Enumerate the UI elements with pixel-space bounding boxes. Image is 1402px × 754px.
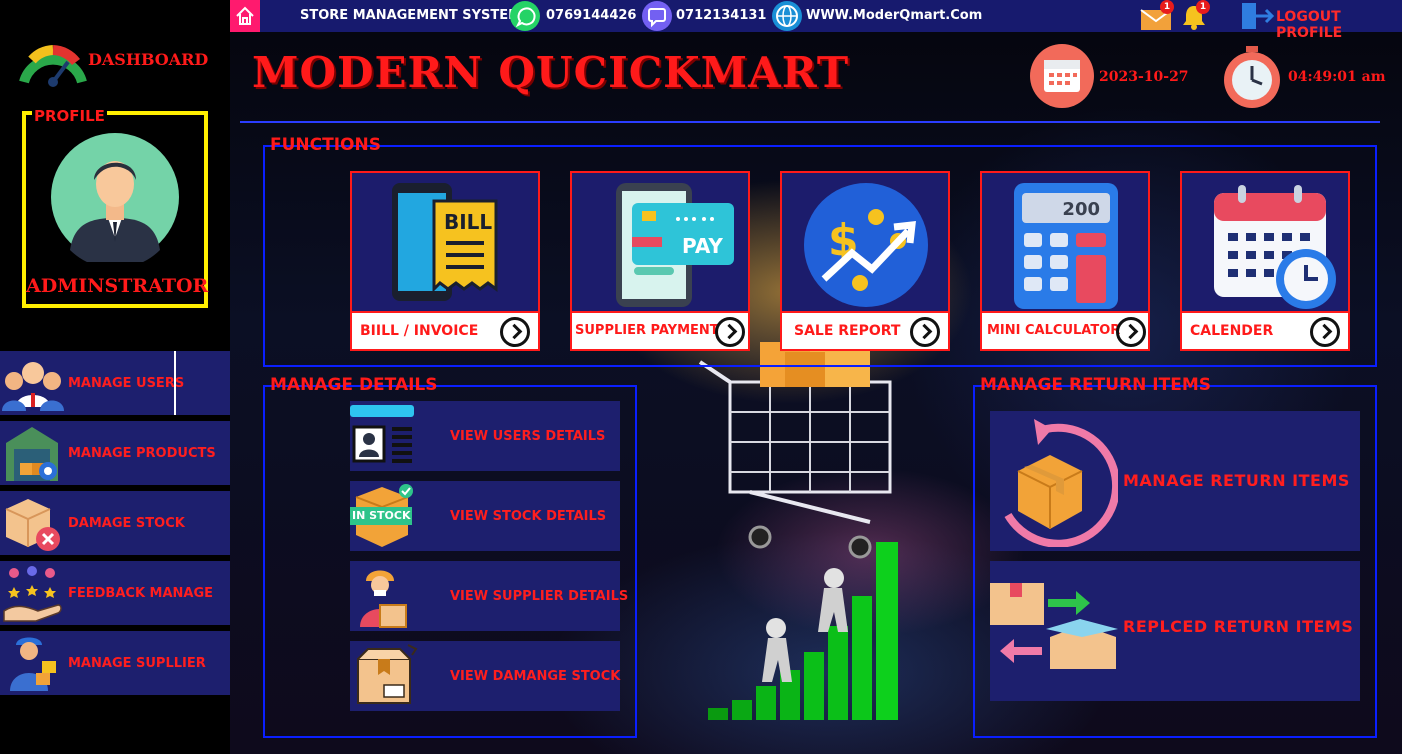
bell-badge: 1 bbox=[1196, 0, 1210, 14]
feedback-manage-button[interactable]: FEEDBACK MANAGE bbox=[0, 561, 230, 625]
detail-label: VIEW DAMANGE STOCK bbox=[450, 669, 621, 684]
avatar bbox=[51, 133, 179, 262]
dashboard-button[interactable]: DASHBOARD bbox=[18, 36, 218, 92]
replaced-return-items-button[interactable]: REPLCED RETURN ITEMS bbox=[990, 561, 1360, 701]
damage-stock-button[interactable]: DAMAGE STOCK bbox=[0, 491, 230, 555]
growth-bars-illustration bbox=[708, 542, 898, 720]
website-link[interactable]: WWW.ModerQmart.Com bbox=[806, 8, 982, 23]
damaged-stock-icon bbox=[357, 644, 418, 704]
arrow-right-icon[interactable] bbox=[1310, 317, 1340, 347]
detail-label: VIEW USERS DETAILS bbox=[450, 429, 606, 444]
manage-products-button[interactable]: MANAGE PRODUCTS bbox=[0, 421, 230, 485]
notification-button[interactable]: 1 bbox=[1180, 0, 1210, 30]
card-footer: CALENDER bbox=[1182, 311, 1348, 349]
mini-calculator-card[interactable]: 200 MINI CALCULATOR bbox=[980, 171, 1150, 351]
svg-text:PAY: PAY bbox=[682, 234, 723, 258]
profile-card: PROFILE ADMINSTRATOR bbox=[22, 107, 209, 308]
functions-title: FUNCTIONS bbox=[270, 135, 381, 155]
return-label: REPLCED RETURN ITEMS bbox=[1123, 617, 1354, 636]
globe-icon bbox=[772, 1, 802, 31]
view-stock-details-button[interactable]: IN STOCK VIEW STOCK DETAILS bbox=[350, 481, 620, 551]
view-users-details-button[interactable]: VIEW USERS DETAILS bbox=[350, 401, 620, 471]
view-supplier-details-button[interactable]: VIEW SUPPLIER DETAILS bbox=[350, 561, 628, 631]
viber-number[interactable]: 0712134131 bbox=[676, 8, 766, 23]
sidebar-item-label: MANAGE USERS bbox=[68, 376, 185, 391]
mail-button[interactable]: 1 bbox=[1140, 0, 1174, 30]
current-time: 04:49:01 am bbox=[1288, 69, 1386, 85]
logout-button[interactable]: LOGOUT PROFILE bbox=[1238, 0, 1394, 41]
supplier-icon bbox=[10, 637, 56, 691]
svg-text:BILL: BILL bbox=[444, 210, 492, 234]
logout-label: LOGOUT PROFILE bbox=[1276, 9, 1343, 41]
profile-title: PROFILE bbox=[32, 107, 107, 125]
card-footer: BIILL / INVOICE bbox=[352, 311, 538, 349]
card-label: CALENDER bbox=[1190, 323, 1274, 339]
stopwatch-icon bbox=[1222, 44, 1282, 108]
dashboard-label: DASHBOARD bbox=[88, 50, 209, 69]
return-label: MANAGE RETURN ITEMS bbox=[1123, 471, 1350, 490]
sidebar-item-label: FEEDBACK MANAGE bbox=[68, 586, 214, 601]
id-card-icon bbox=[350, 405, 414, 463]
bill-invoice-card[interactable]: BILL BIILL / INVOICE bbox=[350, 171, 540, 351]
manage-supplier-button[interactable]: MANAGE SUPLLIER bbox=[0, 631, 230, 695]
whatsapp-icon bbox=[510, 1, 540, 31]
card-label: MINI CALCULATOR bbox=[987, 323, 1121, 338]
arrow-right-icon[interactable] bbox=[1116, 317, 1146, 347]
detail-label: VIEW SUPPLIER DETAILS bbox=[450, 589, 629, 604]
sales-report-icon: $ bbox=[804, 183, 928, 307]
bill-icon: BILL bbox=[392, 183, 498, 301]
manage-return-title: MANAGE RETURN ITEMS bbox=[980, 375, 1211, 395]
divider bbox=[174, 351, 176, 415]
arrow-right-icon[interactable] bbox=[715, 317, 745, 347]
logout-icon bbox=[1242, 3, 1274, 29]
current-date: 2023-10-27 bbox=[1099, 69, 1189, 85]
card-footer: SUPPLIER PAYMENT bbox=[572, 311, 748, 349]
view-damage-stock-button[interactable]: VIEW DAMANGE STOCK bbox=[350, 641, 620, 711]
calendar-date-icon bbox=[1030, 44, 1094, 108]
sidebar-item-label: MANAGE PRODUCTS bbox=[68, 446, 216, 461]
card-label: BIILL / INVOICE bbox=[360, 323, 479, 339]
users-group-icon bbox=[2, 362, 64, 411]
replace-box-icon bbox=[990, 583, 1118, 669]
home-icon bbox=[236, 6, 254, 25]
in-stock-badge: IN STOCK bbox=[352, 509, 411, 522]
app-title: MODERN QUCICKMART bbox=[252, 48, 850, 97]
sidebar-item-label: DAMAGE STOCK bbox=[68, 516, 185, 531]
header-divider bbox=[240, 121, 1380, 123]
speedometer-icon bbox=[19, 45, 87, 87]
delivery-man-icon bbox=[360, 570, 407, 628]
manage-users-button[interactable]: MANAGE USERS bbox=[0, 351, 230, 415]
feedback-icon bbox=[3, 566, 62, 622]
arrow-right-icon[interactable] bbox=[500, 317, 530, 347]
calendar-card[interactable]: CALENDER bbox=[1180, 171, 1350, 351]
sale-report-card[interactable]: $ SALE REPORT bbox=[780, 171, 950, 351]
card-label: SALE REPORT bbox=[794, 323, 901, 339]
home-button[interactable] bbox=[230, 0, 260, 32]
sidebar: DASHBOARD PROFILE ADMINSTRATOR MANAGE US… bbox=[0, 0, 230, 754]
top-bar: STORE MANAGEMENT SYSTEM 0769144426 07121… bbox=[230, 0, 1402, 41]
card-label: SUPPLIER PAYMENT bbox=[575, 323, 719, 338]
warehouse-icon bbox=[6, 427, 58, 481]
supplier-payment-card[interactable]: PAY SUPPLIER PAYMENT bbox=[570, 171, 750, 351]
calendar-icon bbox=[1214, 185, 1336, 309]
viber-icon bbox=[642, 1, 672, 31]
return-box-icon bbox=[1004, 419, 1118, 547]
manage-details-title: MANAGE DETAILS bbox=[270, 375, 438, 395]
arrow-right-icon[interactable] bbox=[910, 317, 940, 347]
sidebar-item-label: MANAGE SUPLLIER bbox=[68, 656, 206, 671]
card-footer: MINI CALCULATOR bbox=[982, 311, 1148, 349]
profile-role: ADMINSTRATOR bbox=[26, 275, 209, 297]
card-footer: SALE REPORT bbox=[782, 311, 948, 349]
svg-text:200: 200 bbox=[1062, 199, 1100, 220]
payment-icon: PAY bbox=[616, 183, 734, 307]
system-title: STORE MANAGEMENT SYSTEM bbox=[300, 8, 522, 23]
manage-return-items-button[interactable]: MANAGE RETURN ITEMS bbox=[990, 411, 1360, 551]
calculator-icon: 200 bbox=[1014, 183, 1118, 309]
detail-label: VIEW STOCK DETAILS bbox=[450, 509, 607, 524]
mail-badge: 1 bbox=[1160, 0, 1174, 14]
whatsapp-number[interactable]: 0769144426 bbox=[546, 8, 636, 23]
damaged-box-icon bbox=[5, 499, 60, 551]
